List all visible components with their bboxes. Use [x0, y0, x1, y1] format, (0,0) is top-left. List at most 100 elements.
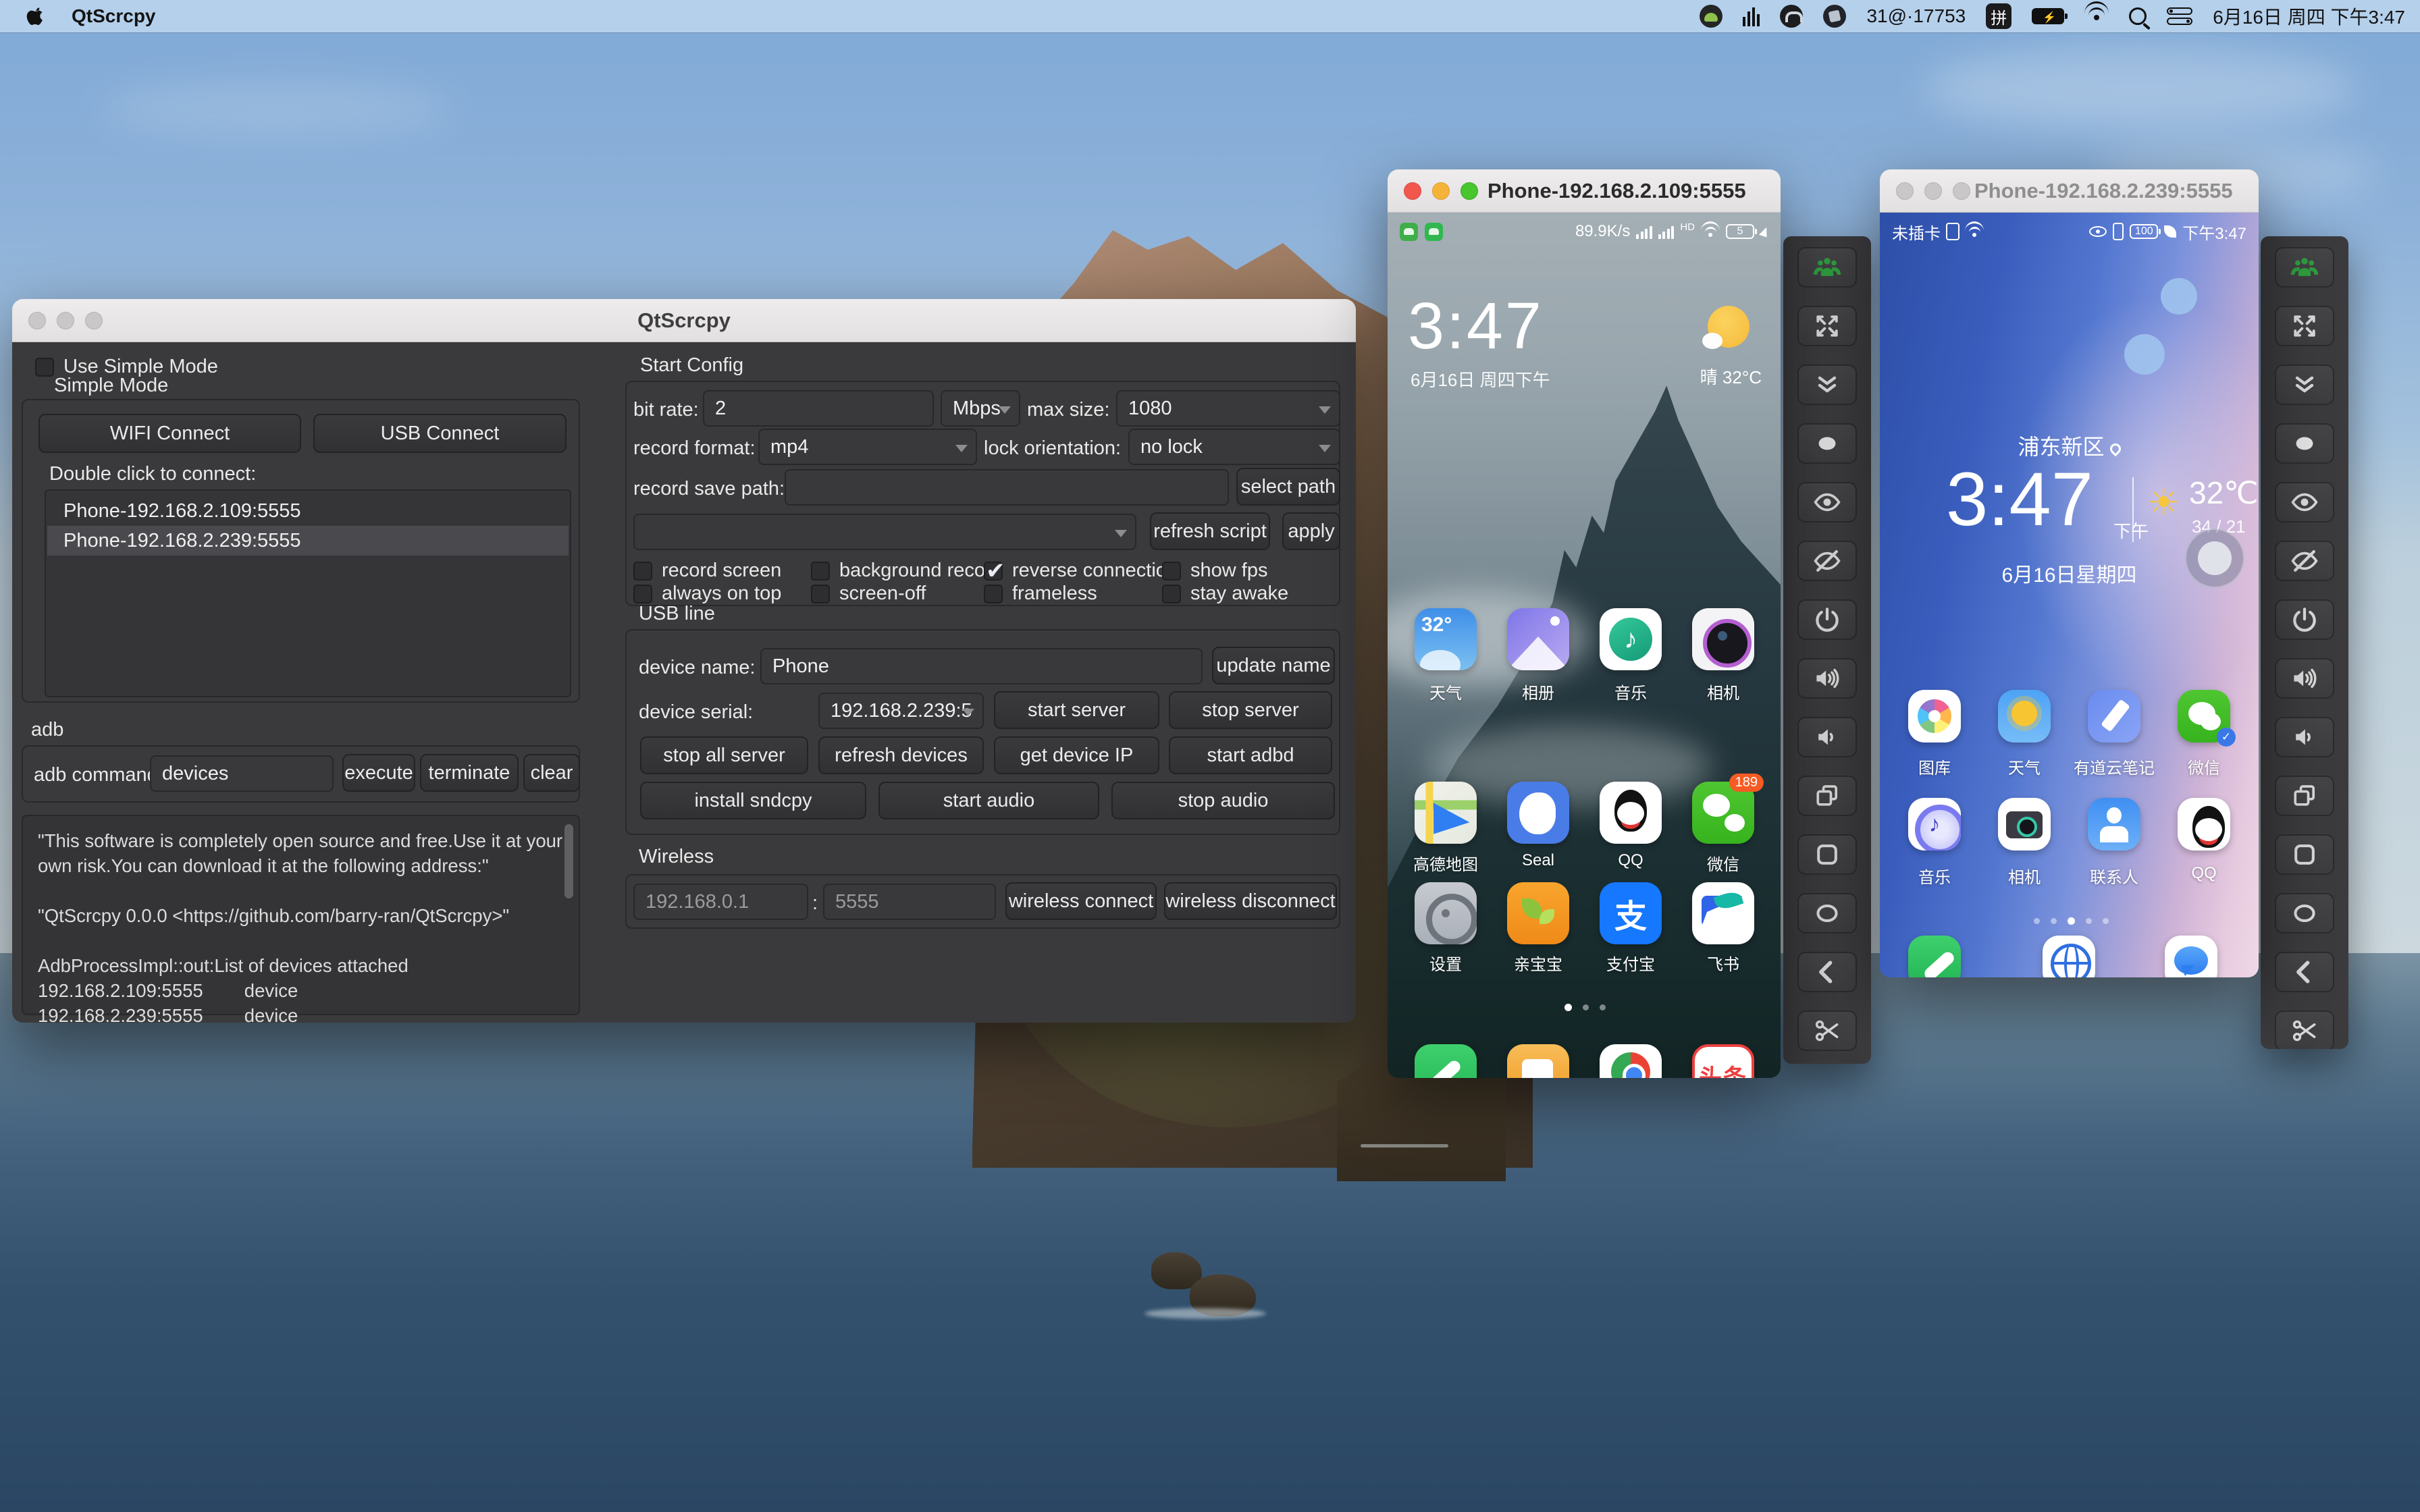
refresh-script-button[interactable]: refresh script [1150, 512, 1270, 550]
screenshot-button[interactable] [1797, 1010, 1857, 1051]
refresh-devices-button[interactable]: refresh devices [818, 736, 984, 774]
menubar-app-name[interactable]: QtScrcpy [72, 5, 156, 27]
screen-on-button[interactable] [1797, 482, 1857, 522]
app-weather[interactable]: 32° [1415, 608, 1477, 670]
volume-up-button[interactable] [2275, 658, 2334, 699]
app-gallery[interactable] [1507, 608, 1569, 670]
device-name-input[interactable]: Phone [760, 648, 1203, 684]
usb-connect-button[interactable]: USB Connect [313, 414, 567, 453]
wireless-port-input[interactable]: 5555 [823, 884, 996, 920]
screen-off-button[interactable] [2275, 541, 2334, 581]
script-select[interactable] [633, 514, 1136, 550]
volume-down-button[interactable] [1797, 717, 1857, 757]
close-button[interactable] [1404, 182, 1421, 200]
assistive-ball[interactable] [2185, 529, 2244, 588]
power-button[interactable] [1797, 599, 1857, 640]
capture-menu-icon[interactable] [1823, 5, 1847, 28]
stop-audio-button[interactable]: stop audio [1111, 782, 1335, 819]
search-icon[interactable] [2129, 7, 2147, 25]
app-switch-button[interactable] [2275, 776, 2334, 816]
menu-button[interactable] [2275, 893, 2334, 934]
screen-off-button[interactable] [1797, 541, 1857, 581]
dock-toutiao[interactable]: 头条 [1692, 1044, 1754, 1078]
wireless-connect-button[interactable]: wireless connect [1005, 882, 1157, 920]
app-music[interactable]: ♪ [1600, 608, 1662, 670]
group-control-button[interactable] [2275, 247, 2334, 288]
menu-button[interactable] [1797, 893, 1857, 934]
home-button[interactable] [1797, 834, 1857, 875]
wifi-icon[interactable] [2084, 1, 2109, 26]
apple-menu-icon[interactable] [26, 6, 46, 26]
dock-messages[interactable] [1507, 1044, 1569, 1078]
app-wechat2[interactable]: ✓ [2178, 690, 2236, 747]
app-alipay[interactable]: 支 [1600, 882, 1662, 944]
app-qinbaobao[interactable] [1507, 882, 1569, 944]
phone2-screen[interactable]: 未插卡 100 下午3:47 浦东新区 3:47 下午 ☀ 32℃ 34 / 2… [1880, 213, 2259, 977]
start-audio-button[interactable]: start audio [878, 782, 1099, 819]
app-switch-button[interactable] [1797, 776, 1857, 816]
scrollbar-thumb[interactable] [564, 824, 573, 898]
install-sndcpy-button[interactable]: install sndcpy [640, 782, 866, 819]
power-button[interactable] [2275, 599, 2334, 640]
frameless-checkbox[interactable]: frameless [984, 583, 1097, 605]
lock-orientation-select[interactable]: no lock [1128, 429, 1340, 465]
device-list[interactable]: Phone-192.168.2.109:5555 Phone-192.168.2… [45, 489, 571, 697]
screen-off-checkbox[interactable]: screen-off [811, 583, 926, 605]
record-save-path-input[interactable] [785, 469, 1229, 506]
app-seal[interactable] [1507, 782, 1569, 844]
back-button[interactable] [2275, 952, 2334, 992]
app-music2[interactable]: ♪ [1908, 798, 1961, 850]
menubar-stat-text[interactable]: 31@·17753 [1866, 5, 1966, 27]
start-adbd-button[interactable]: start adbd [1169, 736, 1332, 774]
bit-rate-input[interactable]: 2 [703, 390, 934, 427]
apply-button[interactable]: apply [1282, 512, 1340, 550]
app-amap[interactable] [1415, 782, 1477, 844]
istat-bars-icon[interactable] [1743, 6, 1760, 26]
control-center-icon[interactable] [2167, 7, 2193, 25]
app-contacts[interactable] [2088, 798, 2140, 850]
bit-rate-unit-select[interactable]: Mbps [941, 390, 1020, 427]
phone1-screen[interactable]: 89.9K/s HD 5 3:47 6月16日 周四下午 晴 32°C 32° … [1388, 213, 1781, 1078]
touch-button[interactable] [2275, 423, 2334, 464]
app-settings[interactable] [1415, 882, 1477, 944]
max-size-select[interactable]: 1080 [1116, 390, 1340, 427]
touch-button[interactable] [1797, 423, 1857, 464]
dock-messages2[interactable] [2165, 936, 2217, 977]
always-on-top-checkbox[interactable]: always on top [633, 583, 781, 605]
volume-down-button[interactable] [2275, 717, 2334, 757]
android-status-icon[interactable] [1700, 5, 1723, 28]
phone1-window-controls[interactable] [1404, 182, 1478, 200]
wifi-connect-button[interactable]: WIFI Connect [38, 414, 301, 453]
group-control-button[interactable] [1797, 247, 1857, 288]
minimize-button[interactable] [1924, 182, 1942, 200]
phone2-window-controls[interactable] [1896, 182, 1970, 200]
battery-icon[interactable]: ⚡ [2032, 8, 2068, 24]
device-serial-select[interactable]: 192.168.2.239:5 [818, 693, 984, 729]
volume-up-button[interactable] [1797, 658, 1857, 699]
stop-server-button[interactable]: stop server [1169, 691, 1332, 729]
full-screen-button[interactable] [2275, 306, 2334, 346]
input-method-icon[interactable]: 拼 [1986, 3, 2012, 29]
adb-log-output[interactable]: "This software is completely open source… [22, 815, 580, 1023]
dock-browser[interactable] [2043, 936, 2095, 977]
screen-on-button[interactable] [2275, 482, 2334, 522]
device-list-item[interactable]: Phone-192.168.2.239:5555 [47, 526, 569, 556]
headset-menu-icon[interactable] [1780, 5, 1804, 28]
zoom-button[interactable] [1953, 182, 1970, 200]
reverse-connection-checkbox[interactable]: reverse connection [984, 558, 1178, 585]
app-camera2[interactable] [1998, 798, 2051, 850]
full-screen-button[interactable] [1797, 306, 1857, 346]
menubar-datetime[interactable]: 6月16日 周四 下午3:47 [2213, 3, 2405, 30]
record-screen-checkbox[interactable]: record screen [633, 560, 781, 582]
zoom-button[interactable] [1461, 182, 1478, 200]
back-button[interactable] [1797, 952, 1857, 992]
background-record-checkbox[interactable]: background record [811, 560, 1003, 582]
stop-all-server-button[interactable]: stop all server [640, 736, 808, 774]
select-path-button[interactable]: select path [1236, 468, 1340, 506]
dock-phone2[interactable] [1908, 936, 1961, 977]
app-qq[interactable] [1600, 782, 1662, 844]
minimize-button[interactable] [1432, 182, 1450, 200]
stay-awake-checkbox[interactable]: stay awake [1162, 583, 1288, 605]
app-youdao[interactable] [2088, 690, 2140, 742]
terminate-button[interactable]: terminate [420, 754, 519, 792]
